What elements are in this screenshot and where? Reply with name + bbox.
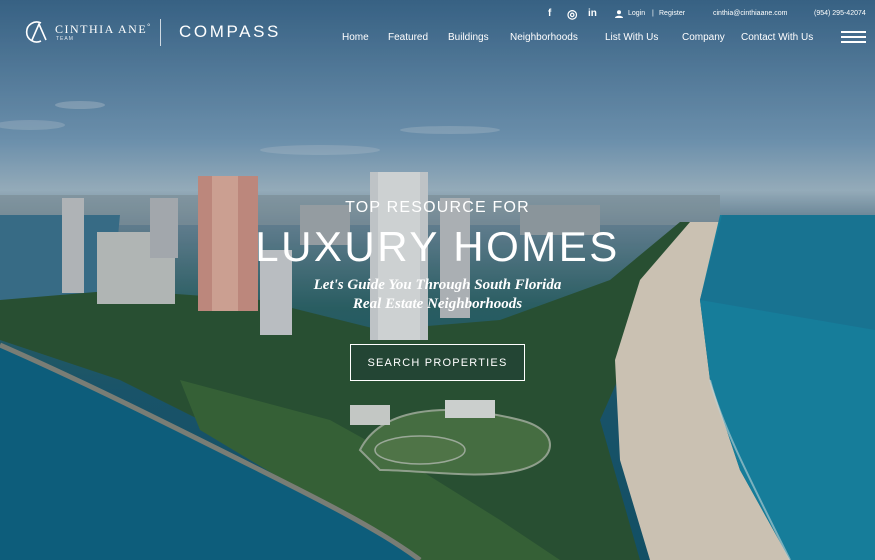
linkedin-icon[interactable]: in — [588, 8, 597, 19]
instagram-icon[interactable]: ◎ — [567, 7, 577, 21]
agent-name[interactable]: CINTHIA ANE° — [55, 22, 152, 37]
hamburger-menu-icon[interactable] — [841, 31, 866, 44]
user-icon — [615, 10, 623, 18]
agent-team: TEAM — [56, 36, 74, 42]
hero-kicker: TOP RESOURCE FOR — [345, 199, 530, 216]
nav-buildings[interactable]: Buildings — [448, 32, 489, 43]
nav-list-with-us[interactable]: List With Us — [605, 32, 658, 43]
agent-mark: ° — [147, 22, 152, 31]
util-separator: | — [652, 10, 654, 17]
nav-contact[interactable]: Contact With Us — [741, 32, 813, 43]
ca-monogram-icon[interactable] — [24, 19, 50, 45]
hero-tagline-line-2: Real Estate Neighborhoods — [352, 296, 523, 312]
nav-featured[interactable]: Featured — [388, 32, 428, 43]
login-link[interactable]: Login — [628, 10, 645, 17]
header: CINTHIA ANE° TEAM COMPASS f ◎ in Login |… — [0, 0, 875, 60]
email-link[interactable]: cinthia@cinthiaane.com — [713, 10, 787, 17]
register-link[interactable]: Register — [659, 10, 685, 17]
facebook-icon[interactable]: f — [548, 8, 551, 19]
nav-neighborhoods[interactable]: Neighborhoods — [510, 32, 578, 43]
hero-headline: LUXURY HOMES — [255, 223, 620, 270]
brokerage-logo[interactable]: COMPASS — [179, 22, 281, 42]
phone-link[interactable]: (954) 295-42074 — [814, 10, 866, 17]
nav-home[interactable]: Home — [342, 32, 369, 43]
search-properties-button[interactable]: SEARCH PROPERTIES — [350, 344, 525, 381]
hero-tagline-line-1: Let's Guide You Through South Florida — [313, 277, 562, 293]
logo-divider — [160, 19, 161, 46]
nav-company[interactable]: Company — [682, 32, 725, 43]
